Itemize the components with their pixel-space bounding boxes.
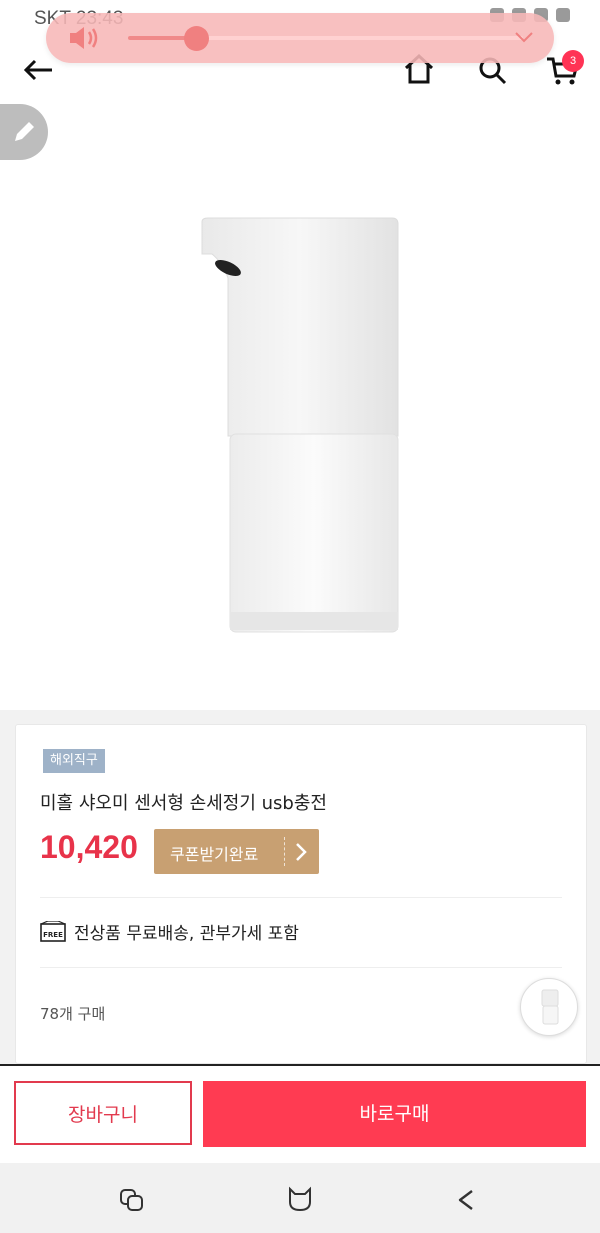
back-button-icon[interactable] [456, 1188, 476, 1216]
svg-text:FREE: FREE [43, 931, 63, 939]
free-shipping-icon: FREE [40, 920, 66, 942]
overseas-badge: 해외직구 [43, 749, 105, 773]
soap-dispenser-image [200, 216, 400, 645]
volume-slider-knob[interactable] [184, 26, 209, 51]
shipping-info: FREE 전상품 무료배송, 관부가세 포함 [40, 919, 299, 944]
product-price: 10,420 [40, 829, 138, 865]
chevron-right-icon [294, 842, 308, 866]
divider [40, 897, 562, 898]
cart-count-badge: 3 [562, 50, 584, 72]
product-thumbnail[interactable] [520, 978, 578, 1036]
battery-icon [556, 8, 570, 22]
shipping-text: 전상품 무료배송, 관부가세 포함 [74, 924, 299, 944]
purchase-count: 78개 구매 [40, 1005, 106, 1023]
chevron-down-icon[interactable] [514, 29, 534, 48]
pencil-icon [15, 122, 34, 141]
speaker-icon[interactable] [68, 25, 100, 55]
home-button-icon[interactable] [287, 1186, 313, 1216]
back-arrow-icon[interactable] [22, 58, 54, 86]
volume-overlay [46, 13, 554, 63]
divider [40, 967, 562, 968]
recent-apps-icon[interactable] [119, 1188, 145, 1216]
product-title: 미홀 샤오미 센서형 손세정기 usb충전 [40, 793, 327, 814]
product-info-card: 해외직구 미홀 샤오미 센서형 손세정기 usb충전 10,420 쿠폰받기완료… [15, 724, 587, 1064]
system-nav-bar [0, 1163, 600, 1233]
coupon-divider [284, 837, 285, 866]
coupon-label: 쿠폰받기완료 [170, 845, 259, 864]
add-to-cart-button[interactable]: 장바구니 [14, 1081, 192, 1145]
buy-now-button[interactable]: 바로구매 [203, 1081, 586, 1147]
bottom-action-bar: 장바구니 바로구매 [0, 1064, 600, 1164]
coupon-button[interactable]: 쿠폰받기완료 [154, 829, 319, 874]
